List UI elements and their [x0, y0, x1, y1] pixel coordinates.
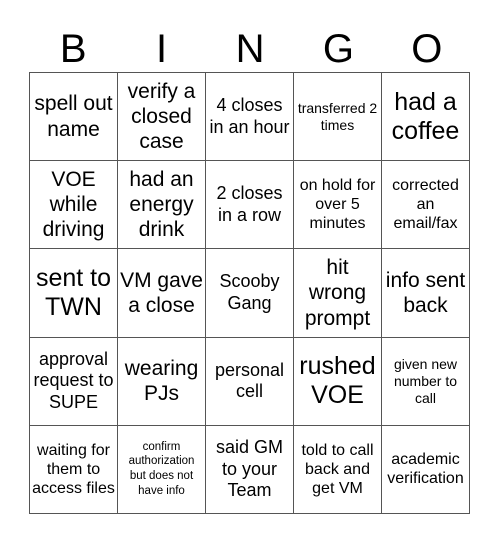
bingo-cell[interactable]: academic verification: [382, 425, 470, 514]
bingo-cell[interactable]: had an energy drink: [118, 161, 206, 250]
bingo-cell[interactable]: rushed VOE: [294, 337, 382, 426]
bingo-cell[interactable]: waiting for them to access files: [30, 425, 118, 514]
bingo-cell[interactable]: info sent back: [382, 249, 470, 338]
bingo-cell[interactable]: confirm authorization but does not have …: [118, 425, 206, 514]
bingo-cell[interactable]: said GM to your Team: [206, 425, 294, 514]
header-letter-i: I: [156, 27, 168, 71]
header-letter-g: G: [322, 27, 354, 71]
bingo-cell[interactable]: hit wrong prompt: [294, 249, 382, 338]
bingo-cell[interactable]: on hold for over 5 minutes: [294, 161, 382, 250]
header-letter-n: N: [235, 27, 265, 71]
header-letter-o: O: [411, 27, 443, 71]
bingo-cell[interactable]: wearing PJs: [118, 337, 206, 426]
bingo-cell[interactable]: transferred 2 times: [294, 73, 382, 162]
bingo-cell[interactable]: approval request to SUPE: [30, 337, 118, 426]
bingo-cell[interactable]: 4 closes in an hour: [206, 73, 294, 162]
bingo-grid: spell out name verify a closed case 4 cl…: [29, 72, 470, 514]
bingo-cell[interactable]: told to call back and get VM: [294, 425, 382, 514]
bingo-cell[interactable]: spell out name: [30, 73, 118, 162]
bingo-cell[interactable]: VOE while driving: [30, 161, 118, 250]
bingo-cell[interactable]: sent to TWN: [30, 249, 118, 338]
bingo-cell[interactable]: personal cell: [206, 337, 294, 426]
header-letter-b: B: [59, 27, 87, 71]
bingo-cell[interactable]: given new number to call: [382, 337, 470, 426]
bingo-header: B I N G O: [29, 26, 471, 72]
bingo-cell[interactable]: Scooby Gang: [206, 249, 294, 338]
bingo-cell[interactable]: 2 closes in a row: [206, 161, 294, 250]
bingo-cell[interactable]: had a coffee: [382, 73, 470, 162]
bingo-cell[interactable]: corrected an email/fax: [382, 161, 470, 250]
bingo-cell[interactable]: verify a closed case: [118, 73, 206, 162]
bingo-cell[interactable]: VM gave a close: [118, 249, 206, 338]
